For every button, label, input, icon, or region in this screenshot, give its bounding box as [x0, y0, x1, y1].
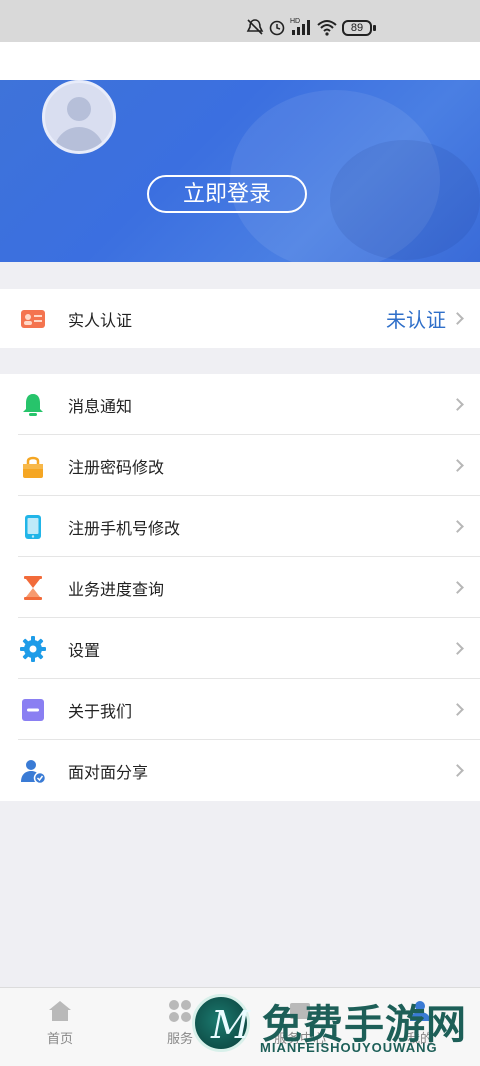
menu-item-share[interactable]: 面对面分享 [0, 740, 480, 801]
alarm-icon [269, 20, 285, 36]
menu-item-label: 注册手机号修改 [68, 520, 181, 538]
menu-item-password[interactable]: 注册密码修改 [0, 435, 480, 496]
avatar-body [54, 127, 104, 151]
chevron-right-icon [451, 520, 464, 533]
watermark-logo-letter: M [211, 1003, 250, 1047]
menu-item-phone[interactable]: 注册手机号修改 [0, 496, 480, 557]
watermark-subtitle: MIANFEISHOUYOUWANG [260, 1040, 438, 1055]
phone-icon [25, 514, 41, 539]
home-icon [49, 1001, 71, 1021]
tab-home[interactable]: 首页 [0, 988, 120, 1066]
grid-icon [169, 1000, 191, 1022]
battery-tip [373, 25, 376, 31]
verify-card: 实人认证 未认证 [0, 289, 480, 348]
hourglass-icon [24, 575, 42, 600]
menu-item-progress[interactable]: 业务进度查询 [0, 557, 480, 618]
menu-item-label: 注册密码修改 [68, 459, 165, 477]
menu-item-label: 业务进度查询 [68, 581, 165, 599]
chevron-right-icon [451, 398, 464, 411]
battery-indicator: 89 [342, 20, 372, 36]
avatar[interactable] [42, 80, 116, 154]
user-share-icon [21, 759, 46, 784]
menu-item-label: 面对面分享 [68, 764, 149, 782]
gear-icon [20, 635, 46, 662]
menu-card: 消息通知 注册密码修改 注册手机号修改 业务进度查询 设置 关于我们 面对面分享 [0, 374, 480, 801]
bell-icon [23, 393, 43, 416]
login-button[interactable]: 立即登录 [147, 175, 307, 213]
chevron-right-icon [451, 312, 464, 325]
chevron-right-icon [451, 459, 464, 472]
watermark-logo: M [192, 994, 250, 1052]
lock-icon [23, 456, 43, 478]
info-box-icon [22, 698, 44, 721]
banner-decoration [330, 140, 480, 260]
menu-item-messages[interactable]: 消息通知 [0, 374, 480, 435]
hd-signal-icon: HD [290, 18, 310, 35]
chevron-right-icon [451, 581, 464, 594]
header-strip [0, 42, 480, 80]
verify-row[interactable]: 实人认证 未认证 [0, 289, 480, 348]
menu-item-label: 关于我们 [68, 703, 133, 721]
menu-item-label: 设置 [68, 642, 101, 660]
mute-alarm-icon [246, 19, 264, 35]
tab-label: 首页 [46, 1031, 73, 1046]
chevron-right-icon [451, 642, 464, 655]
verify-label: 实人认证 [68, 312, 133, 330]
avatar-head [67, 97, 91, 121]
status-bar: HD 89 [0, 0, 480, 42]
menu-item-settings[interactable]: 设置 [0, 618, 480, 679]
verify-status: 未认证 [386, 310, 446, 332]
id-card-icon [21, 309, 45, 328]
menu-item-about[interactable]: 关于我们 [0, 679, 480, 740]
chevron-right-icon [451, 703, 464, 716]
chevron-right-icon [451, 764, 464, 777]
wifi-icon [317, 20, 337, 36]
svg-text:HD: HD [290, 18, 300, 25]
menu-item-label: 消息通知 [68, 398, 133, 416]
watermark: M 免费手游网 MIANFEISHOUYOUWANG [190, 990, 480, 1066]
